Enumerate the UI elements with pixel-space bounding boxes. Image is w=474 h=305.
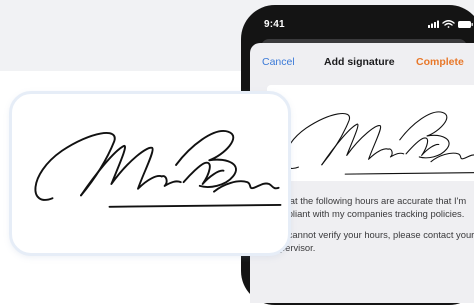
wifi-icon bbox=[442, 20, 455, 28]
battery-icon bbox=[458, 21, 473, 28]
signature-zoom-card bbox=[9, 91, 291, 256]
status-time: 9:41 bbox=[264, 19, 285, 30]
sheet-title: Add signature bbox=[324, 56, 395, 68]
signature-zoom-drawing bbox=[34, 130, 282, 208]
verification-paragraph: ify that the following hours are accurat… bbox=[270, 195, 467, 219]
cancel-button[interactable]: Cancel bbox=[262, 56, 295, 68]
verification-text: ify that the following hours are accurat… bbox=[270, 194, 474, 262]
nav-bar: Cancel Add signature Complete bbox=[250, 43, 474, 79]
signature-pad[interactable] bbox=[267, 85, 474, 181]
status-bar: 9:41 bbox=[241, 5, 474, 37]
signature-drawing bbox=[283, 111, 474, 175]
supervisor-paragraph: you cannot verify your hours, please con… bbox=[270, 229, 474, 253]
signal-icon bbox=[428, 20, 439, 28]
complete-button[interactable]: Complete bbox=[416, 56, 464, 68]
status-icons bbox=[428, 20, 473, 28]
